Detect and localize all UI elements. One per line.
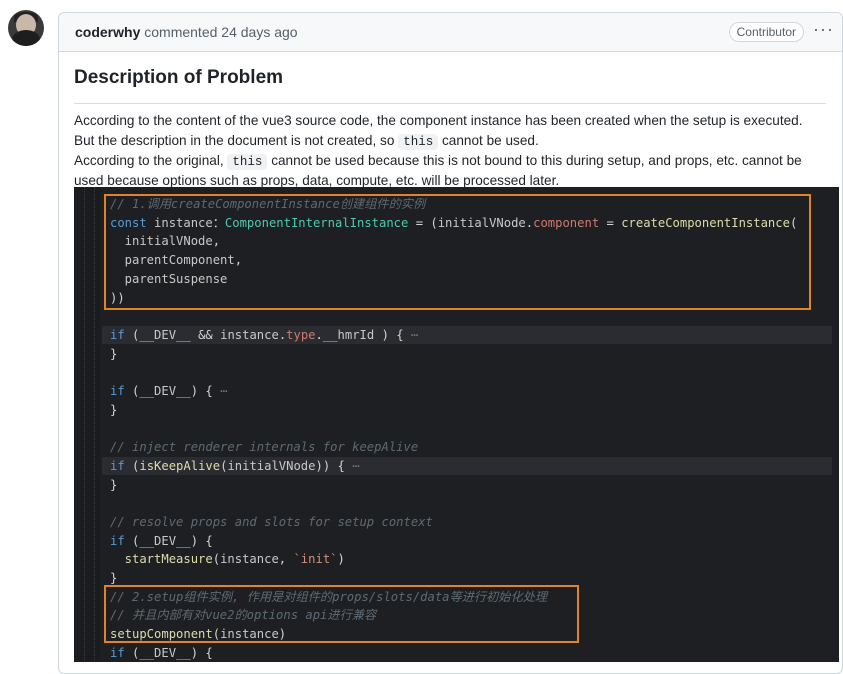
inline-code: this [227, 154, 268, 170]
contributor-badge: Contributor [728, 22, 804, 42]
paragraph-text: But the description in the document is n… [74, 133, 395, 148]
comment-header: coderwhy commented 24 days ago Contribut… [59, 13, 842, 52]
code-line: } [110, 402, 118, 417]
heading-divider [74, 103, 826, 104]
code-line: } [110, 346, 118, 361]
code-line: // inject renderer internals for keepAli… [110, 440, 419, 455]
indent-guide [94, 187, 95, 662]
code-screenshot: // 1.调用createComponentInstance创建组件的实例 con… [74, 187, 839, 662]
code-line: if (__DEV__ && instance.type.__hmrId ) {… [110, 327, 419, 342]
comment-timestamp[interactable]: commented 24 days ago [144, 24, 297, 40]
highlight-box-setup-component [104, 585, 579, 643]
paragraph-line: According to the content of the vue3 sou… [74, 111, 834, 131]
code-line: if (__DEV__) { ⋯ [110, 384, 228, 398]
comment-heading: Description of Problem [74, 67, 284, 88]
code-line: if (__DEV__) { [110, 533, 213, 548]
code-line: startMeasure(instance, `init`) [110, 552, 345, 567]
paragraph-text: cannot be used. [441, 133, 539, 148]
editor-gutter [74, 187, 100, 662]
code-line: // resolve props and slots for setup con… [110, 514, 433, 529]
avatar[interactable] [8, 10, 44, 46]
paragraph-line: According to the original, this cannot b… [74, 151, 834, 172]
code-line: if (__DEV__) { [110, 645, 213, 660]
more-options-icon[interactable]: ··· [813, 19, 834, 40]
paragraph-text: According to the original, [74, 153, 224, 168]
highlight-box-create-instance [104, 194, 811, 310]
avatar-body [12, 30, 40, 46]
paragraph-line: But the description in the document is n… [74, 131, 834, 152]
code-line: if (isKeepAlive(initialVNode)) { ⋯ [110, 458, 360, 473]
author-link[interactable]: coderwhy [75, 24, 140, 40]
inline-code: this [398, 134, 439, 150]
code-line: } [110, 477, 118, 492]
paragraph-text: used because options such as props, data… [74, 173, 560, 188]
indent-guide [84, 187, 85, 662]
paragraph-text: cannot be used because this is not bound… [271, 153, 802, 168]
comment-author-line: coderwhy commented 24 days ago [75, 24, 298, 40]
paragraph-text: According to the content of the vue3 sou… [74, 113, 803, 128]
